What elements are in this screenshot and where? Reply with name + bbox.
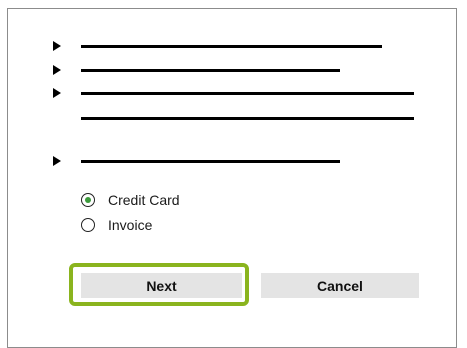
text-placeholder-line — [81, 45, 382, 48]
radio-option-invoice[interactable]: Invoice — [81, 216, 152, 234]
bullet-arrow-icon — [53, 156, 61, 166]
radio-label-credit-card: Credit Card — [108, 192, 180, 208]
bullet-arrow-icon — [53, 65, 61, 75]
cancel-button[interactable]: Cancel — [261, 273, 419, 298]
radio-selected-icon[interactable] — [81, 193, 95, 207]
next-button[interactable]: Next — [81, 273, 242, 298]
radio-label-invoice: Invoice — [108, 217, 153, 233]
radio-option-credit-card[interactable]: Credit Card — [81, 191, 180, 209]
text-placeholder-line — [81, 117, 414, 120]
bullet-arrow-icon — [53, 41, 61, 51]
text-placeholder-line — [81, 69, 340, 72]
radio-unselected-icon[interactable] — [81, 218, 95, 232]
text-placeholder-line — [81, 92, 414, 95]
bullet-arrow-icon — [53, 88, 61, 98]
text-placeholder-line — [81, 160, 340, 163]
